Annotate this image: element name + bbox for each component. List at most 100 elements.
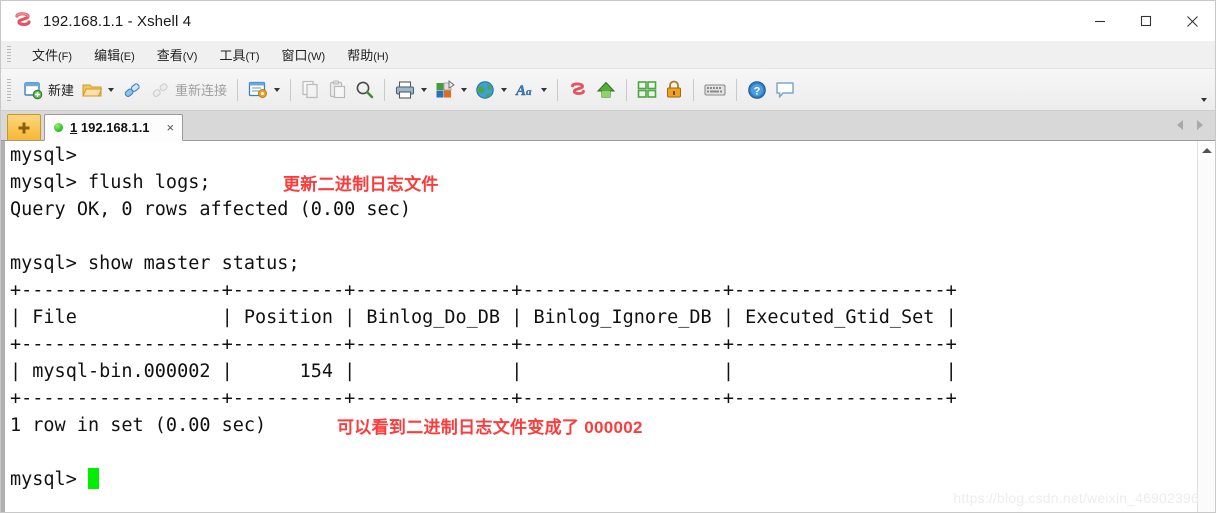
xftp-button[interactable] <box>592 75 620 105</box>
menu-item-file[interactable]: 文件(F) <box>21 42 83 67</box>
web-caret-icon[interactable] <box>501 87 508 92</box>
new-tab-button[interactable] <box>7 114 41 140</box>
chevron-down-icon <box>1201 97 1207 102</box>
find-icon <box>355 80 374 99</box>
disconnect-button: 重新连接 <box>146 75 231 105</box>
terminal-line-text: mysql> flush logs; <box>10 172 211 193</box>
svg-text:a: a <box>526 86 532 98</box>
font-button[interactable]: A a <box>511 75 551 105</box>
annotation-text: 更新二进制日志文件 <box>283 175 439 194</box>
lock-icon <box>665 80 683 99</box>
keyboard-button[interactable] <box>700 75 730 105</box>
tab-scroll-controls <box>1177 110 1215 140</box>
properties-button[interactable] <box>244 75 284 105</box>
terminal-line-text: mysql> <box>10 469 88 490</box>
svg-text:?: ? <box>754 85 761 97</box>
properties-caret-icon[interactable] <box>274 87 281 92</box>
plus-icon <box>18 122 30 133</box>
terminal-line-text: +------------------+----------+---------… <box>10 334 957 355</box>
connect-icon <box>122 80 142 100</box>
connect-button[interactable] <box>118 75 146 105</box>
tab-bar: 1 192.168.1.1 × <box>1 111 1215 141</box>
maximize-button[interactable] <box>1123 1 1169 41</box>
toolbar-separator <box>693 78 695 101</box>
connection-status-icon <box>54 123 63 132</box>
tab-close-icon[interactable]: × <box>167 121 175 134</box>
terminal-line-text: +------------------+----------+---------… <box>10 280 957 301</box>
find-button[interactable] <box>351 75 378 105</box>
menu-item-tools[interactable]: 工具(T) <box>208 42 270 67</box>
tab-scroll-left-icon[interactable] <box>1177 120 1183 130</box>
toolbar-separator <box>557 78 559 101</box>
properties-icon <box>248 81 268 99</box>
close-button[interactable] <box>1169 1 1215 41</box>
menu-bar: 文件(F) 编辑(E) 查看(V) 工具(T) 窗口(W) 帮助(H) <box>1 41 1215 69</box>
window-title: 192.168.1.1 - Xshell 4 <box>43 12 192 30</box>
minimize-button[interactable] <box>1077 1 1123 41</box>
xftp-icon <box>596 80 616 100</box>
terminal-line-text: mysql> <box>10 145 77 166</box>
font-caret-icon[interactable] <box>541 87 548 92</box>
menu-item-view[interactable]: 查看(V) <box>146 42 209 67</box>
terminal-line: 1 row in set (0.00 sec) 可以看到二进制日志文件变成了 00… <box>5 412 1197 439</box>
menu-label: 文件 <box>32 48 59 63</box>
keyboard-icon <box>704 82 726 98</box>
menu-item-edit[interactable]: 编辑(E) <box>83 42 146 67</box>
copy-button <box>297 75 324 105</box>
feedback-button[interactable] <box>771 75 799 105</box>
xshell-icon <box>568 80 588 100</box>
print-caret-icon[interactable] <box>421 87 428 92</box>
xshell-logo-icon <box>12 10 34 32</box>
web-button[interactable] <box>471 75 511 105</box>
terminal-line: | File | Position | Binlog_Do_DB | Binlo… <box>5 304 1197 331</box>
layout-icon <box>435 80 455 99</box>
terminal-line-text: 1 row in set (0.00 sec) <box>10 415 267 436</box>
toolbar-separator <box>626 78 628 101</box>
new-session-icon <box>23 80 43 100</box>
open-folder-icon <box>82 81 103 99</box>
watermark: https://blog.csdn.net/weixin_46902396 <box>953 490 1199 506</box>
new-session-button[interactable]: 新建 <box>19 75 78 105</box>
terminal-line: Query OK, 0 rows affected (0.00 sec) <box>5 196 1197 223</box>
xshell-button[interactable] <box>564 75 592 105</box>
toolbar-overflow-button[interactable] <box>1198 75 1207 105</box>
menu-label: 帮助 <box>347 48 374 63</box>
toolbar-separator <box>736 78 738 101</box>
layout-caret-icon[interactable] <box>461 87 468 92</box>
scroll-up-button[interactable] <box>1197 141 1215 159</box>
tab-title: 192.168.1.1 <box>80 120 150 135</box>
feedback-icon <box>775 81 795 99</box>
terminal-line: +------------------+----------+---------… <box>5 277 1197 304</box>
tab-number: 1 <box>70 120 78 135</box>
layout-button[interactable] <box>431 75 471 105</box>
menu-mnemonic: (V) <box>182 51 198 63</box>
toolbar: 新建 重新连接 A a ? <box>1 69 1215 111</box>
help-button[interactable]: ? <box>743 75 771 105</box>
terminal-output[interactable]: mysql> mysql> flush logs; 更新二进制日志文件 Query O… <box>5 141 1197 512</box>
open-folder-button[interactable] <box>78 75 118 105</box>
svg-text:A: A <box>515 83 526 99</box>
web-icon <box>475 80 495 100</box>
scrollbar-track[interactable] <box>1197 159 1215 512</box>
open-folder-caret-icon[interactable] <box>108 87 115 92</box>
terminal-line: mysql> <box>5 142 1197 169</box>
arrange-button[interactable] <box>633 75 661 105</box>
menu-item-window[interactable]: 窗口(W) <box>271 42 337 67</box>
menu-label: 查看 <box>156 48 183 63</box>
window-controls <box>1077 1 1215 41</box>
xshell-window: 192.168.1.1 - Xshell 4 文件(F) 编辑(E) 查看(V)… <box>0 0 1216 513</box>
help-icon: ? <box>747 80 767 100</box>
disconnect-icon <box>150 80 170 100</box>
toolbar-separator <box>237 78 239 101</box>
terminal-scrollbar[interactable] <box>1197 141 1215 512</box>
lock-button[interactable] <box>661 75 687 105</box>
tab-session-1[interactable]: 1 192.168.1.1 × <box>44 114 184 141</box>
print-button[interactable] <box>391 75 431 105</box>
menu-mnemonic: (W) <box>307 51 326 63</box>
tab-scroll-right-icon[interactable] <box>1197 120 1203 130</box>
title-bar: 192.168.1.1 - Xshell 4 <box>1 1 1215 41</box>
terminal-area: mysql> mysql> flush logs; 更新二进制日志文件 Query O… <box>1 141 1215 512</box>
menu-item-help[interactable]: 帮助(H) <box>336 42 399 67</box>
